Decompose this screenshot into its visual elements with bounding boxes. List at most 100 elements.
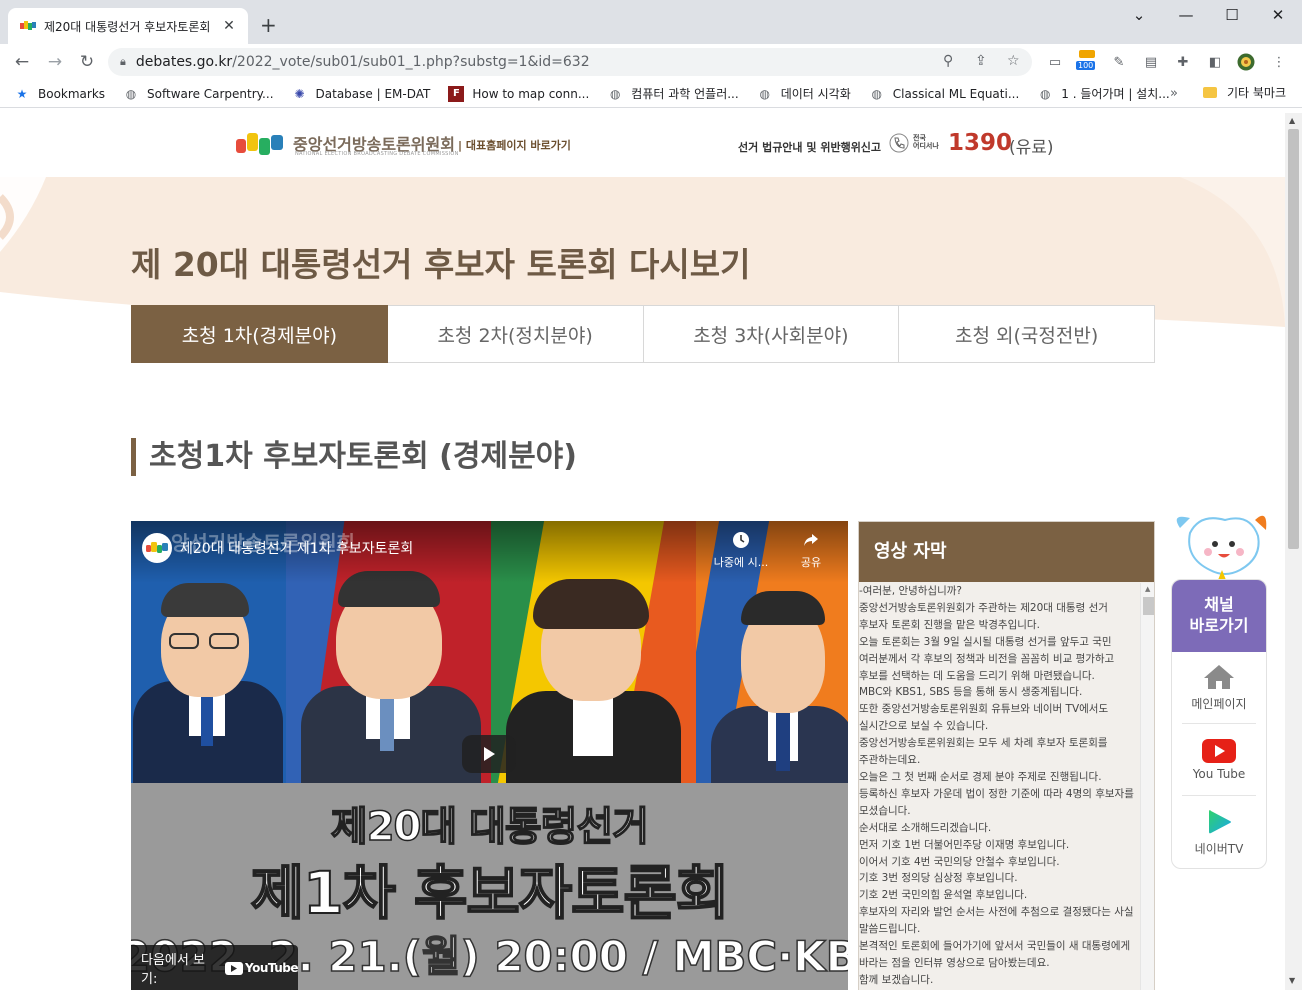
watch-later-label: 나중에 시... bbox=[713, 556, 769, 569]
logo-subtitle: NATIONAL ELECTION BROADCASTING DEBATE CO… bbox=[295, 151, 459, 157]
tab-debate-3[interactable]: 초청 3차(사회분야) bbox=[643, 305, 900, 363]
other-bookmarks[interactable]: 기타 북마크 bbox=[1203, 84, 1286, 101]
subtitle-line: 오늘은 그 첫 번째 순서로 경제 분야 주제로 진행됩니다. bbox=[859, 770, 1102, 783]
page-title: 제 20대 대통령선거 후보자 토론회 다시보기 bbox=[131, 245, 751, 284]
extension-badge-icon[interactable]: 100 bbox=[1076, 50, 1100, 71]
subtitle-line: 함께 보겠습니다. bbox=[859, 973, 934, 986]
page-scrollbar[interactable]: ▲ ▼ bbox=[1285, 113, 1302, 990]
channel-youtube-link[interactable]: You Tube bbox=[1182, 724, 1256, 796]
browser-tab[interactable]: 제20대 대통령선거 후보자토론회 ✕ bbox=[8, 8, 248, 44]
section-title: 초청1차 후보자토론회 (경제분야) bbox=[131, 438, 577, 476]
bookmark-star-icon[interactable]: ☆ bbox=[1007, 53, 1020, 69]
subtitle-line: 중앙선거방송토론위원회는 모두 세 차례 후보자 토론회를 bbox=[859, 737, 1108, 750]
bookmark-item[interactable]: ◍ Classical ML Equati... bbox=[869, 86, 1020, 102]
new-tab-icon[interactable]: + bbox=[260, 13, 277, 37]
phone-icon bbox=[889, 133, 909, 153]
side-panel-icon[interactable]: ◧ bbox=[1206, 53, 1224, 71]
subtitles-heading: 영상 자막 bbox=[859, 522, 1154, 582]
subtitle-line: 바라는 점을 인터뷰 영상으로 담아봤는데요. bbox=[859, 956, 1050, 969]
main-homepage-link[interactable]: | 대표홈페이지 바로가기 bbox=[458, 137, 571, 153]
subtitle-line: 후보를 선택하는 데 도움을 드리기 위해 마련됐습니다. bbox=[859, 669, 1095, 682]
extension-doc-icon[interactable]: ▤ bbox=[1142, 53, 1160, 71]
globe-icon: ◍ bbox=[759, 86, 770, 101]
bookmark-item[interactable]: ★ Bookmarks bbox=[14, 86, 105, 102]
browser-toolbar: ← → ↻ 🔒︎ debates.go.kr/2022_vote/sub01/s… bbox=[0, 44, 1302, 80]
site-favicon-icon bbox=[20, 18, 36, 34]
zoom-icon[interactable]: ⚲ bbox=[943, 53, 953, 69]
subtitle-line: 기호 3번 정의당 심상정 후보입니다. bbox=[859, 872, 1018, 885]
subtitle-line: 후보자 토론회 진행을 맡은 박경추입니다. bbox=[859, 618, 1040, 631]
minimize-icon[interactable]: — bbox=[1163, 6, 1209, 24]
bookmarks-overflow-icon[interactable]: » bbox=[1170, 86, 1178, 101]
channel-main-page-link[interactable]: 메인페이지 bbox=[1182, 652, 1256, 724]
maximize-icon[interactable]: ☐ bbox=[1209, 6, 1255, 24]
tab-debate-2[interactable]: 초청 2차(정치분야) bbox=[387, 305, 644, 363]
play-icon bbox=[484, 747, 495, 761]
subtitle-line: 주관하는데요. bbox=[859, 754, 921, 767]
bookmarks-star-icon: ★ bbox=[16, 86, 28, 101]
share-icon[interactable]: ⇪ bbox=[975, 53, 987, 69]
channel-avatar-icon[interactable] bbox=[142, 533, 172, 563]
hotline-paid: (유료) bbox=[1009, 138, 1054, 158]
video-player[interactable]: 앙선거방송토론위원회 제20대 대통령선거 제1차 후보자토론회 나중에 시..… bbox=[131, 521, 848, 990]
bookmark-item[interactable]: ◍ Software Carpentry... bbox=[123, 86, 274, 102]
tab-debate-other[interactable]: 초청 외(국정전반) bbox=[899, 305, 1155, 363]
subtitles-panel: 영상 자막 -여러분, 안녕하십니까? 중앙선거방송토론위원회가 주관하는 제20… bbox=[858, 521, 1155, 990]
site-header: 중앙선거방송토론위원회 NATIONAL ELECTION BROADCASTI… bbox=[0, 113, 1285, 177]
subtitles-text[interactable]: -여러분, 안녕하십니까? 중앙선거방송토론위원회가 주관하는 제20대 대통령 … bbox=[859, 583, 1139, 990]
naver-tv-icon bbox=[1209, 809, 1231, 833]
hotline-nationwide: 전국 어디서나 bbox=[913, 134, 939, 150]
channel-naver-tv-link[interactable]: 네이버TV bbox=[1182, 796, 1256, 868]
subtitle-line: 후보자의 자리와 발언 순서는 사전에 추첨으로 결정됐다는 사실 bbox=[859, 906, 1134, 919]
video-headline-1: 제20대 대통령선거 bbox=[330, 803, 650, 851]
page-viewport: 중앙선거방송토론위원회 NATIONAL ELECTION BROADCASTI… bbox=[0, 113, 1285, 990]
commission-logo-icon[interactable] bbox=[235, 129, 285, 159]
subtitle-line: 또한 중앙선거방송토론위원회 유튜브와 네이버 TV에서도 bbox=[859, 703, 1109, 716]
tab-search-chevron-icon[interactable]: ⌄ bbox=[1116, 6, 1162, 24]
tab-close-icon[interactable]: ✕ bbox=[220, 18, 238, 34]
page-scroll-thumb[interactable] bbox=[1288, 129, 1299, 549]
subtitles-scrollbar[interactable]: ▲ bbox=[1140, 583, 1154, 990]
extension-1-icon[interactable]: ▭ bbox=[1046, 53, 1064, 71]
bookmark-item[interactable]: ✺ Database | EM-DAT bbox=[292, 86, 430, 102]
bookmark-item[interactable]: ◍ 데이터 시각화 bbox=[757, 85, 850, 102]
watch-later-button[interactable]: 나중에 시... bbox=[711, 531, 771, 570]
subtitle-line: 먼저 기호 1번 더불어민주당 이재명 후보입니다. bbox=[859, 838, 1070, 851]
back-icon[interactable]: ← bbox=[11, 52, 33, 72]
subtitles-scroll-thumb[interactable] bbox=[1143, 597, 1154, 615]
channel-shortcut-heading: 채널 바로가기 bbox=[1172, 580, 1266, 652]
video-title[interactable]: 제20대 대통령선거 제1차 후보자토론회 bbox=[180, 538, 413, 558]
bookmark-item[interactable]: ◍ 1 . 들어가며 | 설치... bbox=[1037, 85, 1170, 102]
globe-icon: ◍ bbox=[1040, 86, 1051, 101]
tab-debate-1[interactable]: 초청 1차(경제분야) bbox=[131, 305, 388, 363]
tab-title: 제20대 대통령선거 후보자토론회 bbox=[44, 19, 211, 34]
forward-icon[interactable]: → bbox=[44, 52, 66, 72]
browser-chrome: 제20대 대통령선거 후보자토론회 ✕ + ⌄ — ☐ ✕ ← → ↻ 🔒︎ d… bbox=[0, 0, 1302, 113]
profile-avatar[interactable] bbox=[1237, 53, 1255, 71]
reload-icon[interactable]: ↻ bbox=[76, 52, 98, 72]
youtube-logo-icon: YouTube bbox=[224, 961, 299, 975]
scroll-up-icon[interactable]: ▲ bbox=[1145, 585, 1150, 593]
bookmark-item[interactable]: ◍ 컴퓨터 과학 언플러... bbox=[607, 85, 739, 102]
bookmark-item[interactable]: F How to map conn... bbox=[448, 85, 589, 102]
share-button[interactable]: 공유 bbox=[791, 531, 831, 570]
address-bar[interactable]: 🔒︎ debates.go.kr/2022_vote/sub01/sub01_1… bbox=[108, 48, 1032, 76]
url-text: debates.go.kr/2022_vote/sub01/sub01_1.ph… bbox=[135, 54, 590, 70]
subtitle-line: -여러분, 안녕하십니까? bbox=[859, 585, 962, 597]
scroll-up-icon[interactable]: ▲ bbox=[1289, 116, 1295, 125]
window-close-icon[interactable]: ✕ bbox=[1255, 6, 1301, 24]
play-button[interactable] bbox=[462, 735, 516, 773]
subtitle-line: 이어서 기호 4번 국민의당 안철수 후보입니다. bbox=[859, 855, 1060, 868]
video-headline-2: 제1차 후보자토론회 bbox=[250, 858, 730, 928]
browser-menu-icon[interactable]: ⋮ bbox=[1270, 53, 1288, 71]
channel-shortcut-menu: 채널 바로가기 메인페이지 You Tube 네이버TV bbox=[1171, 579, 1267, 869]
home-icon bbox=[1204, 665, 1234, 689]
watch-on-youtube-button[interactable]: 다음에서 보기: YouTube bbox=[131, 945, 299, 990]
extensions-puzzle-icon[interactable]: ✚ bbox=[1174, 53, 1192, 71]
extension-3-icon[interactable]: ✎ bbox=[1110, 53, 1128, 71]
scroll-down-icon[interactable]: ▼ bbox=[1289, 976, 1295, 985]
share-label: 공유 bbox=[800, 556, 822, 569]
subtitle-line: 모셨습니다. bbox=[859, 804, 911, 817]
tab-strip: 제20대 대통령선거 후보자토론회 ✕ + ⌄ — ☐ ✕ bbox=[0, 0, 1302, 44]
watch-on-label: 다음에서 보기: bbox=[141, 953, 205, 987]
